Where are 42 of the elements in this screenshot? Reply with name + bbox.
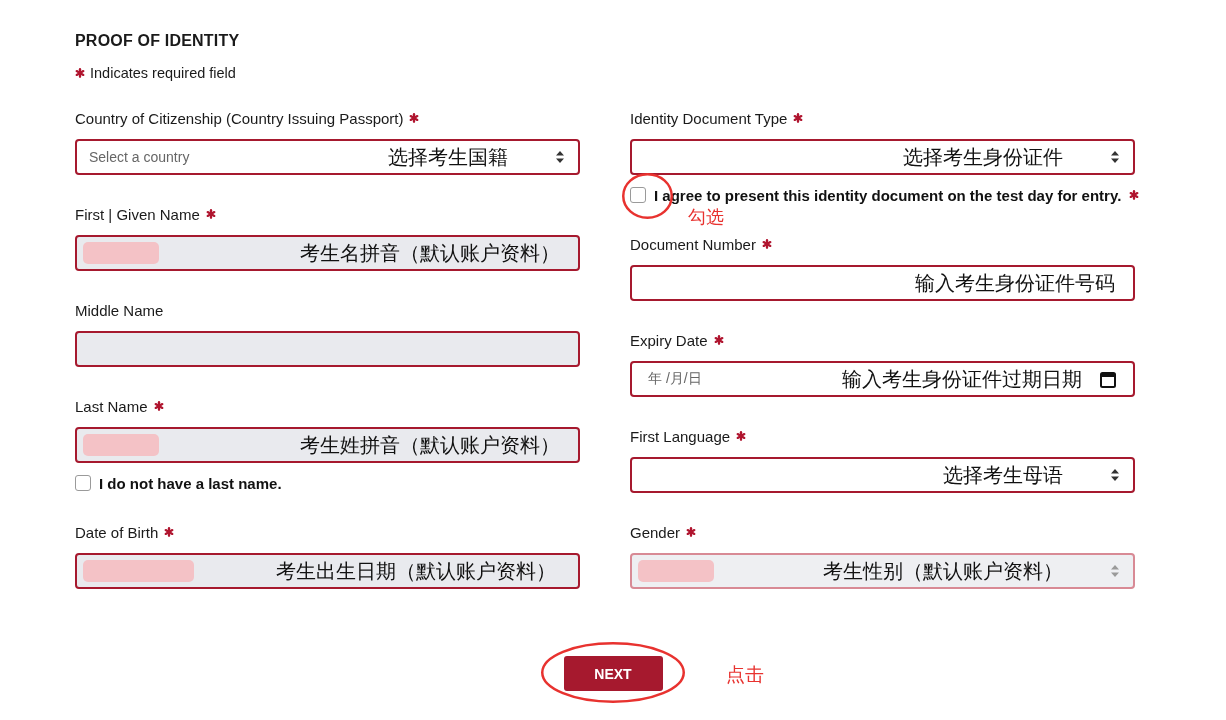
calendar-icon xyxy=(1100,370,1116,388)
field-label: Last Name xyxy=(75,397,148,415)
field-label: Identity Document Type xyxy=(630,109,788,127)
annotation-text: 输入考生身份证件号码 xyxy=(915,270,1115,296)
select-field[interactable]: 选择考生身份证件 xyxy=(630,139,1135,175)
annotation-text: 输入考生身份证件过期日期 xyxy=(842,366,1082,392)
field-label: Gender xyxy=(630,523,681,541)
annotation-text: 考生姓拼音（默认账户资料） xyxy=(300,432,560,458)
text-input[interactable] xyxy=(75,331,580,367)
annotation-text: 选择考生国籍 xyxy=(388,144,508,170)
required-note: Indicates required field xyxy=(90,65,236,81)
text-input[interactable]: 输入考生身份证件号码 xyxy=(630,265,1135,301)
section-title: PROOF OF IDENTITY xyxy=(75,31,240,51)
date-input[interactable]: 年 /月/日 输入考生身份证件过期日期 xyxy=(630,361,1135,397)
up-down-arrows-icon xyxy=(1111,565,1119,577)
asterisk-icon xyxy=(75,68,85,78)
up-down-arrows-icon xyxy=(1111,469,1119,481)
field-label: First Language xyxy=(630,427,731,445)
field-label: Date of Birth xyxy=(75,523,159,541)
field-label: Middle Name xyxy=(75,301,164,319)
up-down-arrows-icon xyxy=(556,151,564,163)
annotation-text: 点击 xyxy=(725,665,764,685)
next-button[interactable]: NEXT xyxy=(563,656,663,691)
field-label: Expiry Date xyxy=(630,331,708,349)
annotation-text: 勾选 xyxy=(688,207,724,227)
annotation-text: 考生名拼音（默认账户资料） xyxy=(300,240,560,266)
date-input[interactable]: 考生出生日期（默认账户资料） xyxy=(75,553,580,589)
text-input[interactable]: 考生名拼音（默认账户资料） xyxy=(75,235,580,271)
checkbox[interactable] xyxy=(630,187,646,203)
field-label: Country of Citizenship (Country Issuing Passport) xyxy=(75,109,404,127)
annotation-text: 选择考生身份证件 xyxy=(903,144,1063,170)
annotation-text: 考生性别（默认账户资料） xyxy=(823,558,1063,584)
select-field[interactable]: 选择考生母语 xyxy=(630,457,1135,493)
field-label: Document Number xyxy=(630,235,756,253)
checkbox-label: I do not have a last name. xyxy=(99,474,282,492)
annotation-text: 选择考生母语 xyxy=(943,462,1063,488)
up-down-arrows-icon xyxy=(1111,151,1119,163)
annotation-text: 考生出生日期（默认账户资料） xyxy=(276,558,556,584)
field-label: First | Given Name xyxy=(75,205,200,223)
text-input[interactable]: 考生姓拼音（默认账户资料） xyxy=(75,427,580,463)
checkbox[interactable] xyxy=(75,475,91,491)
select-field[interactable]: Select a country 选择考生国籍 xyxy=(75,139,580,175)
